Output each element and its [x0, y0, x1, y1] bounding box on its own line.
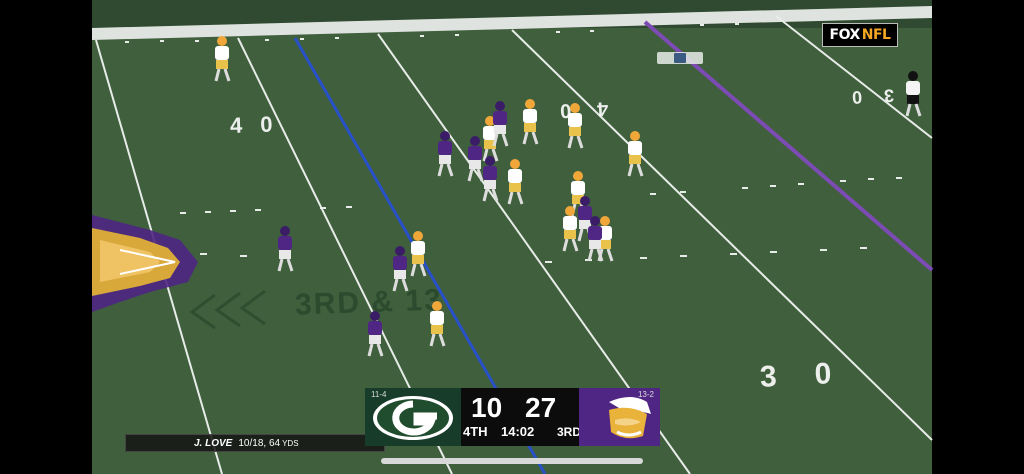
- vikings-player: [467, 136, 484, 182]
- vikings-player: [277, 226, 294, 272]
- packers-player: [562, 206, 579, 252]
- away-score: 10: [471, 392, 503, 423]
- vikings-player: [392, 246, 409, 292]
- referee-player: [905, 71, 922, 117]
- home-indicator-bar[interactable]: [381, 458, 643, 464]
- quarter: 4TH: [463, 424, 488, 439]
- vikings-player: [437, 131, 454, 177]
- vikings-head-logo-icon: [609, 397, 651, 439]
- away-team-panel: 11-4: [365, 388, 461, 446]
- player-name: J. LOVE: [194, 437, 233, 449]
- fox-text: FOX: [829, 27, 861, 43]
- fox-nfl-logo: FOX NFL: [822, 23, 898, 47]
- packers-player: [214, 36, 231, 82]
- vikings-player: [367, 311, 384, 357]
- scoreboard: 11-4 10 27 4TH 14:02 3RD & 13 13-2: [365, 388, 660, 446]
- player-stats: 10/18,: [238, 437, 267, 449]
- home-score: 27: [525, 392, 557, 423]
- packers-player: [627, 131, 644, 177]
- score-center: 10 27 4TH 14:02 3RD & 13: [461, 388, 610, 446]
- player-stat-line: J. LOVE 10/18, 64 YDS: [125, 434, 385, 452]
- home-team-panel: 13-2: [579, 388, 660, 446]
- nfl-text: NFL: [861, 27, 891, 43]
- packers-player: [507, 159, 524, 205]
- vikings-player: [492, 101, 509, 147]
- broadcast-frame: 40 40 30 30 3RD & 13 FOX NFL J. LOVE 10/…: [0, 0, 1024, 474]
- packers-g-logo-icon: [373, 396, 453, 440]
- packers-player: [410, 231, 427, 277]
- vikings-player: [482, 156, 499, 202]
- packers-player: [567, 103, 584, 149]
- yards-unit: YDS: [282, 438, 299, 448]
- packers-player: [522, 99, 539, 145]
- game-clock: 14:02: [501, 424, 535, 439]
- player-yards: 64: [268, 437, 281, 449]
- packers-player: [429, 301, 446, 347]
